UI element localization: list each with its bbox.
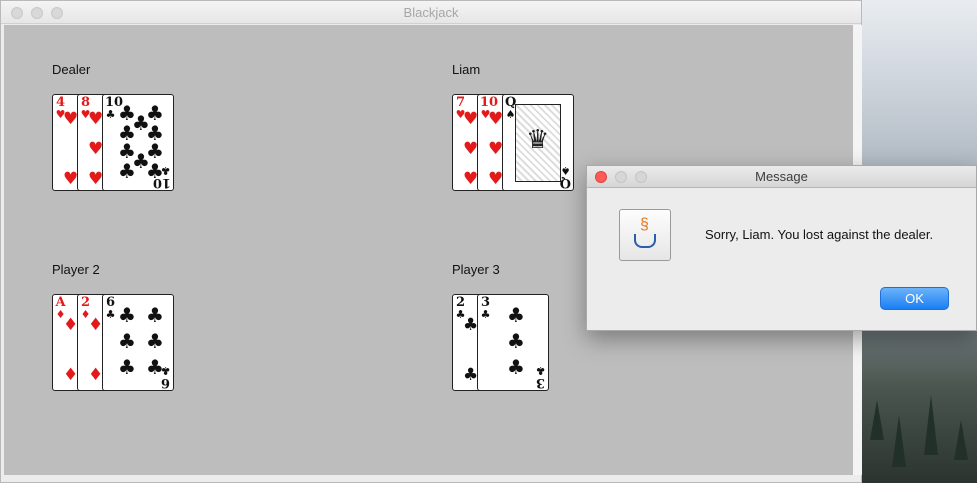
suit-pip-icon: ♥ [488,169,504,189]
suit-pip-icon: ♣ [507,329,525,353]
suit-pip-icon: ♣ [507,355,525,379]
card-corner-index: 3 ♣ [535,364,546,390]
suit-pip-icon: ♣ [118,303,136,327]
suit-pip-icon: ♣ [118,159,136,183]
suit-pip-icon: ♥ [88,169,104,189]
close-dialog-button[interactable] [595,171,607,183]
card-suit: ♣ [105,308,116,321]
queen-face-art: ♛ [515,104,561,182]
player-name-label: Liam [452,62,481,77]
card-rank: 3 [535,375,546,390]
card-suit: ♣ [105,108,116,121]
card-suit: ♣ [160,364,171,377]
card-corner-index: 10 ♣ [153,164,171,190]
suit-pip-icon: ♥ [463,139,479,159]
card-rank: 10 [152,175,171,190]
suit-pip-icon: ♣ [146,329,164,353]
suit-pip-icon: ♥ [488,139,504,159]
suit-pip-icon: ♦ [88,365,104,385]
suit-pip-icon: ♥ [463,109,479,129]
window-title: Blackjack [403,5,459,20]
player-hand: 7 ♥ ♥ ♥ ♥ 10 ♥ ♥ ♥ ♥ Q ♠ ♛ Q ♠ [452,94,574,191]
window-titlebar: Blackjack [1,1,861,24]
card-suit: ♣ [160,164,171,177]
minimize-dialog-button [615,171,627,183]
playing-card: 10 ♣ ♣ ♣ ♣ ♣ ♣ ♣ ♣ ♣ ♣ ♣ 10 ♣ [102,94,174,191]
close-window-button[interactable] [11,7,23,19]
tree-shape [954,420,968,460]
card-rank: 6 [160,375,171,390]
player-name-label: Player 3 [452,262,500,277]
suit-pip-icon: ♦ [63,365,79,385]
message-dialog: Message § Sorry, Liam. You lost against … [586,165,977,331]
playing-card: Q ♠ ♛ Q ♠ [502,94,574,191]
card-corner-index: 10 ♣ [105,96,123,121]
tree-shape [892,415,906,467]
dialog-message: Sorry, Liam. You lost against the dealer… [705,227,934,242]
suit-pip-icon: ♥ [88,139,104,159]
card-corner-index: 3 ♣ [480,296,491,320]
player-name-label: Player 2 [52,262,100,277]
tree-shape [870,400,884,440]
ok-button[interactable]: OK [880,287,949,310]
card-rank: Q [559,175,571,190]
player-hand: 4 ♥ ♥ ♥ 8 ♥ ♥ ♥ ♥ 10 ♣ ♣ ♣ ♣ ♣ ♣ ♣ ♣ ♣ ♣ ♣ 10 ♣ [52,94,174,191]
suit-pip-icon: ♣ [146,303,164,327]
dialog-title: Message [755,169,808,184]
suit-pip-icon: ♦ [88,315,104,335]
suit-pip-icon: ♣ [463,365,479,385]
java-icon: § [619,209,671,261]
suit-pip-icon: ♥ [63,169,79,189]
tree-shape [924,395,938,455]
card-suit: ♣ [480,308,491,321]
player-hand: 2 ♣ ♣ ♣ 3 ♣ ♣ ♣ ♣ 3 ♣ [452,294,549,391]
suit-pip-icon: ♥ [63,109,79,129]
player-name-label: Dealer [52,62,91,77]
suit-pip-icon: ♣ [507,303,525,327]
zoom-dialog-button [635,171,647,183]
zoom-window-button[interactable] [51,7,63,19]
suit-pip-icon: ♣ [463,315,479,335]
card-corner-index: Q ♠ [559,164,571,190]
card-suit: ♠ [560,164,571,177]
suit-pip-icon: ♥ [488,109,504,129]
dialog-titlebar: Message [587,166,976,188]
suit-pip-icon: ♣ [118,329,136,353]
queen-icon: ♛ [526,125,550,155]
suit-pip-icon: ♦ [63,315,79,335]
suit-pip-icon: ♥ [463,169,479,189]
minimize-window-button[interactable] [31,7,43,19]
card-corner-index: 6 ♣ [160,364,171,390]
suit-pip-icon: ♣ [118,355,136,379]
player-hand: A ♦ ♦ ♦ 2 ♦ ♦ ♦ 6 ♣ ♣ ♣ ♣ ♣ ♣ ♣ 6 ♣ [52,294,174,391]
card-suit: ♣ [535,364,546,377]
card-corner-index: 6 ♣ [105,296,116,320]
suit-pip-icon: ♥ [88,109,104,129]
playing-card: 3 ♣ ♣ ♣ ♣ 3 ♣ [477,294,549,391]
playing-card: 6 ♣ ♣ ♣ ♣ ♣ ♣ ♣ 6 ♣ [102,294,174,391]
